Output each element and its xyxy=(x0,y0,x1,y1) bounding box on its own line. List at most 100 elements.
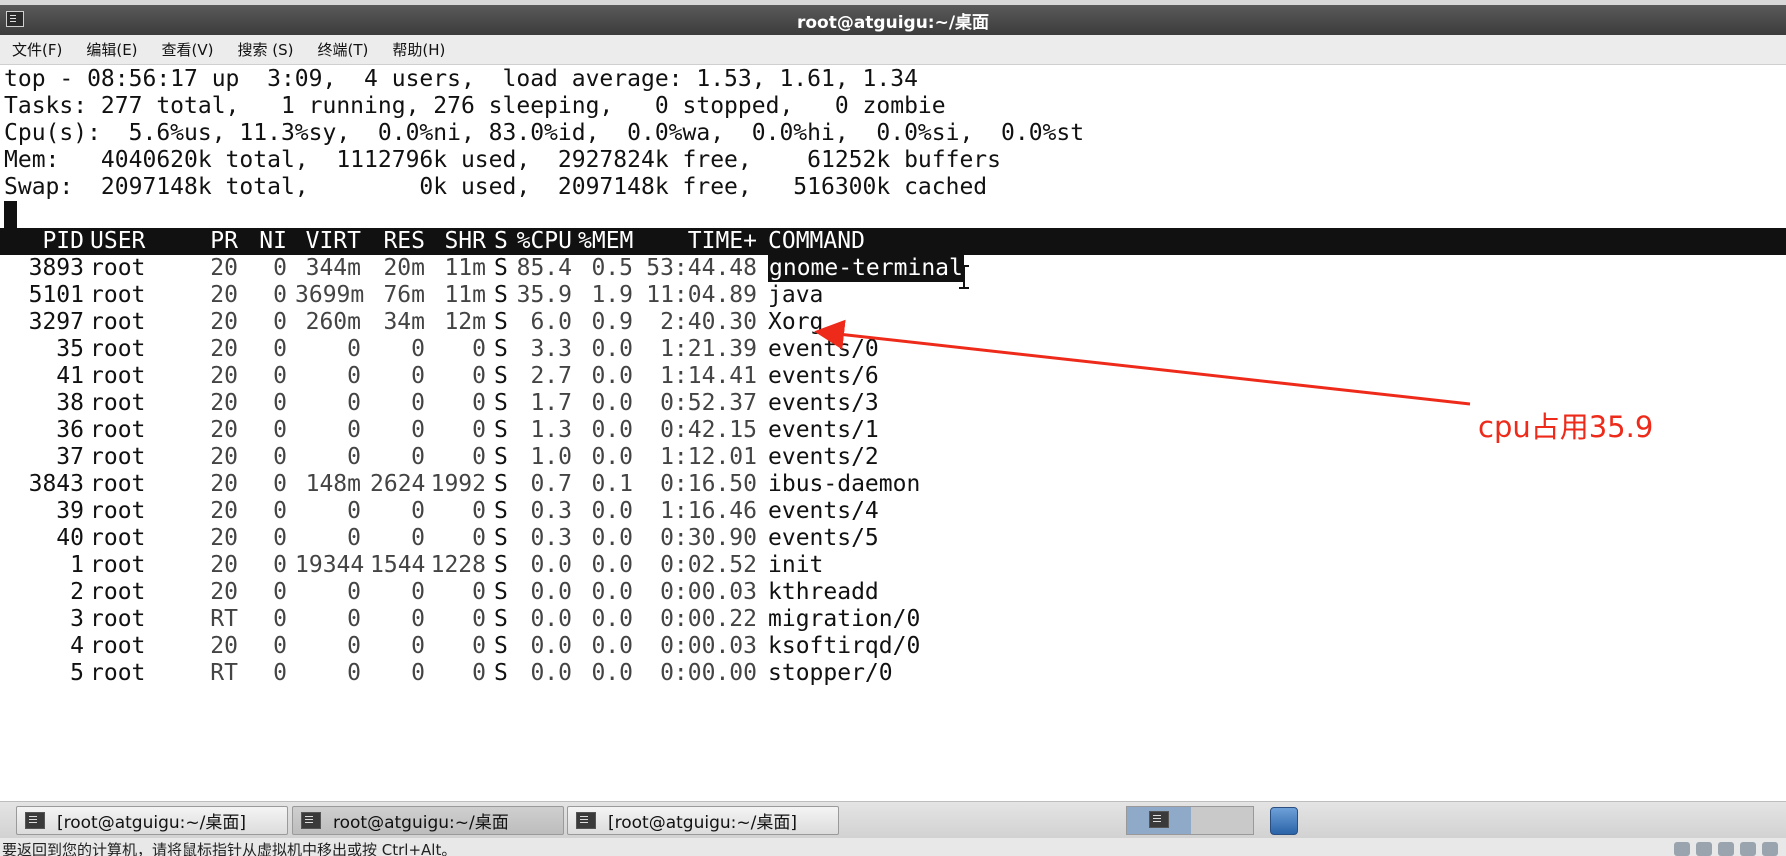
process-row[interactable]: 3 root RT 0 0 0 0 S 0.0 0.0 0:00.22 migration/0 xyxy=(0,606,1786,633)
cell-cpu: 0.0 xyxy=(530,660,572,686)
cell-command: events/2 xyxy=(768,444,879,470)
cell-ni: 0 xyxy=(273,336,287,362)
cell-cpu: 0.0 xyxy=(530,579,572,605)
cell-state: S xyxy=(494,282,508,308)
device-icon[interactable] xyxy=(1718,842,1734,856)
cell-cpu: 1.7 xyxy=(530,390,572,416)
cell-pid: 41 xyxy=(56,363,84,389)
cell-state: S xyxy=(494,417,508,443)
cell-shr: 0 xyxy=(472,633,486,659)
cell-command: init xyxy=(768,552,824,578)
col-time: TIME+ xyxy=(687,228,757,254)
cell-mem: 0.0 xyxy=(591,579,633,605)
cell-pid: 3 xyxy=(70,606,84,632)
cell-res: 20m xyxy=(383,255,425,281)
cell-user: root xyxy=(90,363,146,389)
cell-shr: 0 xyxy=(472,606,486,632)
cell-pid: 3297 xyxy=(28,309,84,335)
cell-ni: 0 xyxy=(273,660,287,686)
cell-user: root xyxy=(90,660,146,686)
taskbar-button-label: root@atguigu:~/桌面 xyxy=(333,813,509,833)
cell-cpu: 0.3 xyxy=(530,498,572,524)
cell-shr: 1992 xyxy=(430,471,486,497)
process-row[interactable]: 3297 root 20 0 260m 34m 12m S 6.0 0.9 2:40.30 Xorg xyxy=(0,309,1786,336)
cell-cpu: 1.3 xyxy=(530,417,572,443)
process-table-header: PID USER PR NI VIRT RES SHR S %CPU %MEM … xyxy=(0,228,1786,255)
process-row[interactable]: 35 root 20 0 0 0 0 S 3.3 0.0 1:21.39 events/0 xyxy=(0,336,1786,363)
process-row[interactable]: 2 root 20 0 0 0 0 S 0.0 0.0 0:00.03 kthreadd xyxy=(0,579,1786,606)
process-row[interactable]: 4 root 20 0 0 0 0 S 0.0 0.0 0:00.03 ksoftirqd/0 xyxy=(0,633,1786,660)
cell-cpu: 0.0 xyxy=(530,633,572,659)
cell-command: events/3 xyxy=(768,390,879,416)
cell-ni: 0 xyxy=(273,255,287,281)
cell-pid: 5 xyxy=(70,660,84,686)
cell-time: 0:00.03 xyxy=(660,633,757,659)
trash-icon[interactable] xyxy=(1270,807,1298,835)
workspace-1[interactable] xyxy=(1127,807,1191,834)
menu-search[interactable]: 搜索 (S) xyxy=(226,39,306,60)
window-titlebar[interactable]: root@atguigu:~/桌面 xyxy=(0,5,1786,35)
device-icon[interactable] xyxy=(1762,842,1778,856)
cell-shr: 0 xyxy=(472,498,486,524)
cell-pid: 3843 xyxy=(28,471,84,497)
process-row[interactable]: 40 root 20 0 0 0 0 S 0.3 0.0 0:30.90 events/5 xyxy=(0,525,1786,552)
cell-ni: 0 xyxy=(273,606,287,632)
process-row[interactable]: 3893 root 20 0 344m 20m 11m S 85.4 0.5 53:44.48 gno… xyxy=(0,255,1786,282)
cell-res: 0 xyxy=(411,525,425,551)
taskbar-button-1[interactable]: [root@atguigu:~/桌面] xyxy=(16,806,288,835)
terminal-icon[interactable] xyxy=(6,11,24,27)
process-row[interactable]: 41 root 20 0 0 0 0 S 2.7 0.0 1:14.41 events/6 xyxy=(0,363,1786,390)
menu-view[interactable]: 查看(V) xyxy=(150,39,226,60)
cell-ni: 0 xyxy=(273,471,287,497)
cell-virt: 148m xyxy=(305,471,361,497)
menu-file[interactable]: 文件(F) xyxy=(0,39,74,60)
summary-mem: Mem: 4040620k total, 1112796k used, 2927… xyxy=(4,147,1001,173)
workspace-switcher[interactable] xyxy=(1126,806,1254,835)
annotation-label: cpu占用35.9 xyxy=(1478,410,1654,444)
cell-state: S xyxy=(494,363,508,389)
terminal-icon xyxy=(576,812,596,829)
col-pid: PID xyxy=(42,228,84,254)
menu-edit[interactable]: 编辑(E) xyxy=(74,39,149,60)
cell-virt: 344m xyxy=(305,255,361,281)
menu-terminal[interactable]: 终端(T) xyxy=(306,39,381,60)
taskbar-button-label: [root@atguigu:~/桌面] xyxy=(608,813,797,833)
cell-pr: 20 xyxy=(210,309,238,335)
cell-pr: 20 xyxy=(210,363,238,389)
cell-command: stopper/0 xyxy=(768,660,893,686)
cell-shr: 0 xyxy=(472,660,486,686)
cell-virt: 0 xyxy=(347,336,361,362)
cell-user: root xyxy=(90,471,146,497)
summary-tasks: Tasks: 277 total, 1 running, 276 sleepin… xyxy=(4,93,946,119)
col-user: USER xyxy=(90,228,146,254)
process-row[interactable]: 1 root 20 0 19344 1544 1228 S 0.0 0.0 0:02.52 init xyxy=(0,552,1786,579)
cell-time: 0:00.00 xyxy=(660,660,757,686)
cell-ni: 0 xyxy=(273,633,287,659)
process-row[interactable]: 5 root RT 0 0 0 0 S 0.0 0.0 0:00.00 stopper/0 xyxy=(0,660,1786,687)
cell-user: root xyxy=(90,282,146,308)
process-row[interactable]: 37 root 20 0 0 0 0 S 1.0 0.0 1:12.01 events/2 xyxy=(0,444,1786,471)
cell-command: java xyxy=(768,282,824,308)
cell-time: 53:44.48 xyxy=(646,255,757,281)
process-row[interactable]: 39 root 20 0 0 0 0 S 0.3 0.0 1:16.46 events/4 xyxy=(0,498,1786,525)
cell-pid: 1 xyxy=(70,552,84,578)
cell-res: 0 xyxy=(411,579,425,605)
cell-res: 2624 xyxy=(370,471,426,497)
cell-command: events/5 xyxy=(768,525,879,551)
col-pr: PR xyxy=(210,228,238,254)
device-icon[interactable] xyxy=(1674,842,1690,856)
taskbar-button-3[interactable]: [root@atguigu:~/桌面] xyxy=(567,806,839,835)
cell-time: 0:30.90 xyxy=(660,525,757,551)
cell-virt: 0 xyxy=(347,525,361,551)
cell-state: S xyxy=(494,606,508,632)
cell-pr: 20 xyxy=(210,282,238,308)
cell-shr: 0 xyxy=(472,444,486,470)
device-icon[interactable] xyxy=(1696,842,1712,856)
cell-virt: 19344 xyxy=(295,552,365,578)
taskbar-button-2[interactable]: root@atguigu:~/桌面 xyxy=(292,806,564,835)
process-row[interactable]: 5101 root 20 0 3699m 76m 11m S 35.9 1.9 11:04.89 ja… xyxy=(0,282,1786,309)
device-icon[interactable] xyxy=(1740,842,1756,856)
cell-pr: 20 xyxy=(210,552,238,578)
process-row[interactable]: 3843 root 20 0 148m 2624 1992 S 0.7 0.1 0:16.50 ibu… xyxy=(0,471,1786,498)
menu-help[interactable]: 帮助(H) xyxy=(380,39,457,60)
